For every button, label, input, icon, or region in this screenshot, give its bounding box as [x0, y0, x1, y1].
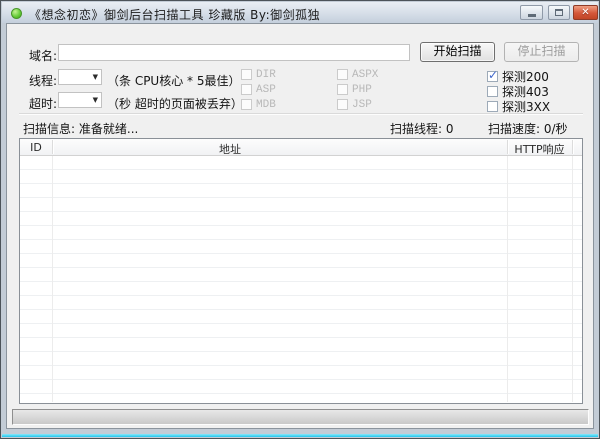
checkbox-probe-3xx[interactable]: ✓ 探测3XX	[487, 100, 550, 114]
checkbox-php-box: ✓	[337, 84, 348, 95]
scan-info-label: 扫描信息:	[23, 122, 76, 136]
checkbox-dir-box: ✓	[241, 69, 252, 80]
titlebar[interactable]: 《想念初恋》御剑后台扫描工具 珍藏版 By:御剑孤独 ✕	[2, 2, 598, 23]
checkbox-jsp-label: JSP	[352, 98, 372, 111]
content-area: 域名: 开始扫描 停止扫描 线程: ▼ （条 CPU核心 * 5最佳） 超时: …	[6, 23, 594, 429]
window-bottom-glow	[2, 434, 598, 437]
checkbox-mdb: ✓ MDB	[241, 98, 276, 111]
domain-input[interactable]	[58, 44, 410, 61]
close-icon: ✕	[581, 7, 590, 18]
scan-info-value: 准备就绪...	[78, 122, 139, 136]
checkbox-asp: ✓ ASP	[241, 83, 276, 96]
scan-speed-status: 扫描速度: 0/秒	[488, 120, 568, 137]
app-window: 《想念初恋》御剑后台扫描工具 珍藏版 By:御剑孤独 ✕ 域名: 开始扫描 停止…	[0, 0, 600, 439]
domain-label: 域名:	[29, 49, 58, 63]
checkbox-dir: ✓ DIR	[241, 68, 276, 81]
checkbox-probe-200[interactable]: ✓ 探测200	[487, 68, 549, 84]
column-header-http-response[interactable]: HTTP响应	[507, 141, 572, 157]
checkbox-dir-label: DIR	[256, 68, 276, 81]
checkbox-php: ✓ PHP	[337, 83, 372, 96]
maximize-icon	[555, 9, 563, 16]
threads-hint: （条 CPU核心 * 5最佳）	[107, 74, 241, 88]
results-table-header: ID 地址 HTTP响应	[20, 139, 582, 156]
checkbox-asp-label: ASP	[256, 83, 276, 96]
column-divider	[572, 140, 573, 154]
checkbox-asp-box: ✓	[241, 84, 252, 95]
timeout-label: 超时:	[29, 97, 58, 111]
column-line	[572, 156, 573, 402]
start-scan-button[interactable]: 开始扫描	[420, 42, 495, 62]
stop-scan-button: 停止扫描	[504, 42, 579, 62]
scan-threads-status: 扫描线程: 0	[390, 120, 454, 137]
checkbox-aspx-box: ✓	[337, 69, 348, 80]
checkbox-jsp-box: ✓	[337, 99, 348, 110]
section-divider	[19, 113, 583, 115]
checkbox-aspx: ✓ ASPX	[337, 68, 378, 81]
app-icon	[11, 8, 22, 19]
checkbox-mdb-box: ✓	[241, 99, 252, 110]
checkbox-probe-200-box[interactable]: ✓	[487, 68, 499, 82]
column-divider	[507, 140, 508, 154]
window-title: 《想念初恋》御剑后台扫描工具 珍藏版 By:御剑孤独	[29, 8, 321, 22]
timeout-combobox[interactable]: ▼	[58, 92, 102, 108]
maximize-button[interactable]	[548, 5, 570, 20]
checkbox-php-label: PHP	[352, 83, 372, 96]
check-icon: ✓	[488, 68, 499, 82]
column-header-id[interactable]: ID	[20, 141, 52, 154]
checkbox-aspx-label: ASPX	[352, 68, 379, 81]
chevron-down-icon: ▼	[92, 96, 98, 104]
checkbox-probe-3xx-box[interactable]: ✓	[487, 101, 498, 112]
close-button[interactable]: ✕	[573, 5, 598, 20]
scan-threads-label: 扫描线程:	[390, 122, 443, 136]
threads-label: 线程:	[29, 74, 58, 88]
results-table-body[interactable]	[20, 156, 582, 403]
column-header-address[interactable]: 地址	[150, 141, 310, 157]
checkbox-jsp: ✓ JSP	[337, 98, 372, 111]
threads-combobox[interactable]: ▼	[58, 69, 102, 85]
scan-speed-label: 扫描速度:	[488, 122, 541, 136]
column-line	[507, 156, 508, 402]
minimize-button[interactable]	[520, 5, 543, 20]
column-divider	[52, 140, 53, 154]
scan-info-status: 扫描信息: 准备就绪...	[23, 120, 138, 137]
column-line	[52, 156, 53, 402]
checkbox-probe-403-box[interactable]: ✓	[487, 86, 498, 97]
chevron-down-icon: ▼	[92, 73, 98, 81]
checkbox-probe-403[interactable]: ✓ 探测403	[487, 85, 549, 99]
scan-progress-bar	[12, 409, 589, 425]
results-table: ID 地址 HTTP响应	[19, 138, 583, 404]
scan-speed-value: 0/秒	[543, 122, 568, 136]
minimize-icon	[527, 13, 536, 17]
checkbox-mdb-label: MDB	[256, 98, 276, 111]
timeout-hint: （秒 超时的页面被丢弃）	[107, 97, 243, 111]
scan-threads-value: 0	[445, 122, 454, 136]
